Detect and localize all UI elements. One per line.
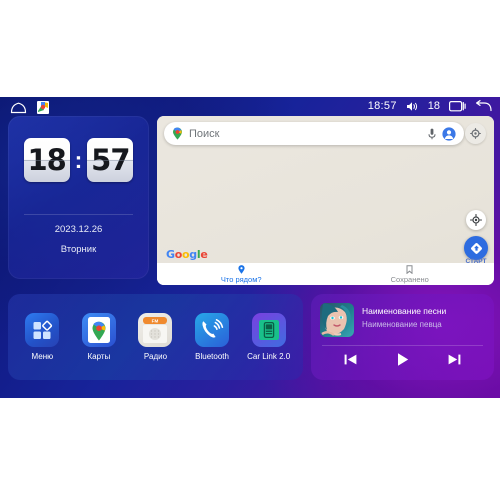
recents-icon[interactable]: [449, 100, 466, 112]
my-location-icon: [469, 213, 483, 227]
app-car-link-label: Car Link 2.0: [247, 352, 291, 361]
app-maps[interactable]: Карты: [72, 313, 126, 361]
account-avatar-icon[interactable]: [442, 126, 456, 141]
music-controls: [311, 351, 494, 368]
status-time: 18:57: [367, 100, 397, 112]
clock-minutes: 57: [91, 143, 130, 177]
start-navigation-button[interactable]: [464, 236, 488, 260]
map-search-placeholder: Поиск: [189, 127, 220, 140]
music-title: Наименование песни: [362, 306, 447, 316]
svg-text:FM: FM: [152, 319, 159, 324]
app-menu[interactable]: Меню: [15, 313, 69, 361]
clock-date: 2023.12.26: [54, 224, 103, 235]
home-icon[interactable]: [10, 101, 27, 114]
app-radio-label: Радио: [143, 352, 168, 361]
bookmark-icon: [406, 264, 413, 274]
app-dock: Меню Карты FM Радио Bluetooth Car Link 2…: [8, 294, 303, 380]
map-tab-saved-label: Сохранено: [390, 274, 429, 284]
clock-widget[interactable]: 18 : 57 2023.12.26 Вторник: [8, 116, 149, 279]
app-radio[interactable]: FM Радио: [128, 313, 182, 361]
music-artist: Наименование певца: [362, 320, 442, 329]
map-tab-nearby[interactable]: Что рядом?: [157, 263, 326, 285]
clock-separator: :: [74, 146, 83, 173]
gear-icon: [470, 128, 481, 139]
status-bar-left-group: [10, 101, 49, 114]
microphone-icon[interactable]: [428, 128, 436, 140]
clock-weekday: Вторник: [60, 244, 97, 255]
back-icon[interactable]: [475, 100, 492, 112]
fm-radio-icon: FM: [138, 313, 173, 347]
clock-minutes-tile: 57: [87, 138, 134, 182]
car-link-icon: [251, 313, 286, 347]
place-pin-icon: [238, 264, 245, 274]
flip-clock: 18 : 57: [8, 138, 149, 182]
status-bar-right-group: 18:57 18: [368, 100, 492, 112]
map-bottom-tabs: Что рядом? Сохранено: [157, 263, 494, 285]
app-menu-label: Меню: [31, 352, 54, 361]
clock-divider: [24, 214, 133, 215]
google-maps-pin-icon: [172, 127, 183, 140]
app-car-link[interactable]: Car Link 2.0: [242, 313, 296, 361]
map-tab-nearby-label: Что рядом?: [220, 274, 262, 284]
album-art-portrait[interactable]: [320, 303, 354, 337]
volume-level: 18: [427, 100, 440, 112]
google-logo: Google: [166, 248, 208, 261]
volume-icon[interactable]: [406, 101, 419, 112]
map-tab-saved[interactable]: Сохранено: [326, 263, 495, 285]
app-maps-label: Карты: [87, 352, 111, 361]
music-divider: [322, 345, 483, 346]
directions-icon: [470, 242, 483, 255]
bluetooth-phone-icon: [195, 313, 230, 347]
app-grid-icon: [25, 313, 60, 347]
map-search-bar[interactable]: Поиск: [164, 122, 464, 145]
music-player-widget: Наименование песни Наименование певца: [311, 294, 494, 380]
my-location-button[interactable]: [466, 210, 486, 230]
skip-next-icon[interactable]: [447, 352, 462, 367]
app-bluetooth-label: Bluetooth: [195, 352, 229, 361]
google-maps-notification-icon[interactable]: [37, 101, 49, 114]
play-icon[interactable]: [394, 351, 411, 368]
car-headunit-home-screen: 18:57 18 18 : 57 2023.12.26 Вторник Поис…: [0, 97, 500, 398]
skip-previous-icon[interactable]: [343, 352, 358, 367]
google-maps-widget[interactable]: Поиск Google СТАРТ Что рядом? Сохранено: [157, 116, 494, 285]
clock-hours-tile: 18: [23, 138, 70, 182]
google-maps-icon: [81, 313, 116, 347]
app-bluetooth[interactable]: Bluetooth: [185, 313, 239, 361]
map-settings-button[interactable]: [465, 123, 486, 144]
clock-hours: 18: [27, 143, 66, 177]
